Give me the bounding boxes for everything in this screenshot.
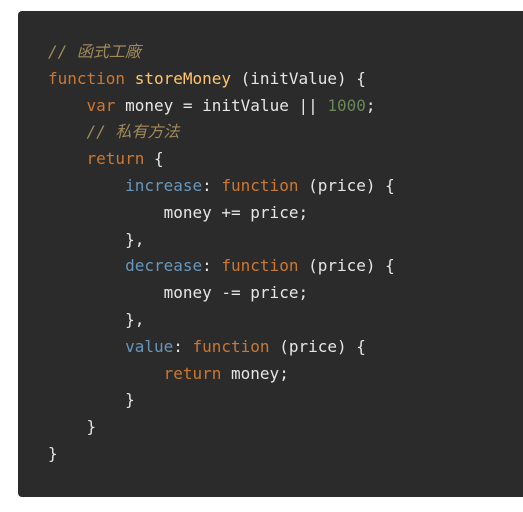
close-brace: } <box>125 390 135 410</box>
keyword-var: var <box>86 95 116 115</box>
keyword-function: function <box>192 336 270 356</box>
var-expression: money = initValue || <box>115 95 328 115</box>
code-content: // 函式工廠 function storeMoney (initValue) {… <box>48 39 395 468</box>
code-line-10: money -= price; <box>48 280 395 307</box>
code-line-7: money += price; <box>48 200 395 227</box>
statement: money -= price; <box>163 283 309 303</box>
close-brace: }, <box>125 229 145 249</box>
colon: : <box>202 256 222 276</box>
code-line-11: }, <box>48 307 395 334</box>
open-brace: { <box>144 149 164 169</box>
keyword-function: function <box>221 256 299 276</box>
code-line-1: // 函式工廠 <box>48 39 395 66</box>
code-block: // 函式工廠 function storeMoney (initValue) {… <box>18 11 523 497</box>
keyword-return: return <box>86 149 145 169</box>
property-increase: increase <box>125 175 203 195</box>
code-line-9: decrease: function (price) { <box>48 253 395 280</box>
property-value: value <box>125 336 174 356</box>
comment-private-methods: // 私有方法 <box>86 122 180 142</box>
function-params: (price) { <box>298 175 395 195</box>
statement: money += price; <box>163 202 309 222</box>
close-brace: } <box>48 443 58 463</box>
keyword-function: function <box>48 68 126 88</box>
code-line-5: return { <box>48 146 395 173</box>
keyword-return: return <box>163 363 222 383</box>
code-line-15: } <box>48 414 395 441</box>
code-line-14: } <box>48 387 395 414</box>
function-params: (price) { <box>298 256 395 276</box>
property-decrease: decrease <box>125 256 203 276</box>
semicolon: ; <box>365 95 376 115</box>
close-brace: }, <box>125 309 145 329</box>
comment-function-factory: // 函式工廠 <box>48 42 141 61</box>
function-params: (price) { <box>269 336 366 356</box>
colon: : <box>173 336 193 356</box>
return-expression: money; <box>221 363 289 383</box>
code-line-4: // 私有方法 <box>48 119 395 146</box>
code-line-2: function storeMoney (initValue) { <box>48 66 395 93</box>
colon: : <box>202 175 222 195</box>
keyword-function: function <box>221 175 299 195</box>
code-line-6: increase: function (price) { <box>48 173 395 200</box>
function-params: (initValue) { <box>231 68 366 88</box>
number-literal: 1000 <box>327 95 366 115</box>
code-line-3: var money = initValue || 1000; <box>48 93 395 120</box>
close-brace: } <box>86 417 97 437</box>
code-line-8: }, <box>48 227 395 254</box>
code-line-13: return money; <box>48 361 395 388</box>
function-name: storeMoney <box>134 68 232 88</box>
code-line-16: } <box>48 441 395 468</box>
code-line-12: value: function (price) { <box>48 334 395 361</box>
